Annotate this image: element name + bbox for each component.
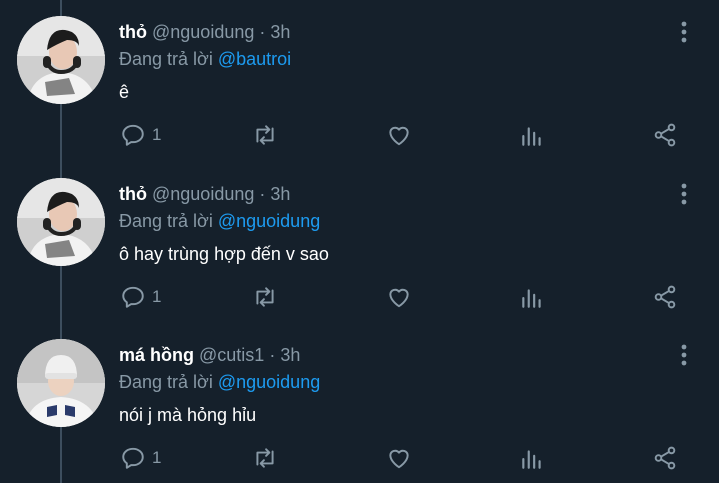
tweet-header: thỏ @nguoidung · 3h: [119, 20, 290, 44]
tweet-header: thỏ @nguoidung · 3h: [119, 182, 290, 206]
display-name[interactable]: má hồng: [119, 345, 194, 365]
tweet-item[interactable]: má hồng @cutis1 · 3h Đang trả lời @nguoi…: [0, 323, 719, 483]
like-button[interactable]: [386, 282, 412, 312]
user-handle[interactable]: @nguoidung: [152, 22, 254, 42]
retweet-button[interactable]: [252, 443, 278, 473]
retweet-icon: [256, 125, 274, 145]
retweet-button[interactable]: [252, 282, 278, 312]
more-options-button[interactable]: [672, 18, 696, 46]
retweet-icon: [256, 448, 274, 468]
reply-mention-link[interactable]: @nguoidung: [218, 372, 320, 392]
like-button[interactable]: [386, 443, 412, 473]
timestamp[interactable]: 3h: [270, 22, 290, 42]
stats-icon: [522, 289, 541, 308]
heart-icon: [389, 288, 409, 308]
replying-to: Đang trả lời @nguoidung: [119, 209, 320, 233]
stats-icon: [522, 127, 541, 146]
share-icon: [654, 446, 676, 470]
share-icon: [654, 285, 676, 309]
more-vertical-icon: [681, 183, 687, 205]
reply-icon: [122, 447, 144, 469]
stats-button[interactable]: [519, 282, 545, 312]
stats-button[interactable]: [519, 443, 545, 473]
reply-icon: [122, 286, 144, 308]
share-button[interactable]: [652, 443, 678, 473]
user-handle[interactable]: @cutis1: [199, 345, 264, 365]
reply-icon: [122, 124, 144, 146]
reply-thread: thỏ @nguoidung · 3h Đang trả lời @bautro…: [0, 0, 719, 483]
reply-mention-link[interactable]: @bautroi: [218, 49, 291, 69]
more-vertical-icon: [681, 344, 687, 366]
retweet-button[interactable]: [252, 120, 278, 150]
stats-icon: [522, 450, 541, 469]
tweet-actions: 1: [0, 120, 719, 150]
avatar[interactable]: [17, 178, 105, 266]
display-name[interactable]: thỏ: [119, 184, 147, 204]
more-vertical-icon: [681, 21, 687, 43]
separator-dot: ·: [259, 22, 266, 42]
user-handle[interactable]: @nguoidung: [152, 184, 254, 204]
timestamp[interactable]: 3h: [270, 184, 290, 204]
avatar[interactable]: [17, 339, 105, 427]
retweet-icon: [256, 287, 274, 307]
replying-to-label: Đang trả lời: [119, 211, 213, 231]
separator-dot: ·: [269, 345, 276, 365]
reply-count: 1: [152, 448, 162, 467]
stats-button[interactable]: [519, 120, 545, 150]
heart-icon: [389, 126, 409, 146]
reply-mention-link[interactable]: @nguoidung: [218, 211, 320, 231]
replying-to: Đang trả lời @bautroi: [119, 47, 291, 71]
replying-to: Đang trả lời @nguoidung: [119, 370, 320, 394]
tweet-text: nói j mà hỏng hỉu: [119, 405, 257, 425]
like-button[interactable]: [386, 120, 412, 150]
tweet-header: má hồng @cutis1 · 3h: [119, 343, 300, 367]
more-options-button[interactable]: [672, 180, 696, 208]
more-options-button[interactable]: [672, 341, 696, 369]
replying-to-label: Đang trả lời: [119, 372, 213, 392]
reply-button[interactable]: 1: [120, 443, 161, 473]
tweet-actions: 1: [0, 443, 719, 473]
share-button[interactable]: [652, 120, 678, 150]
share-icon: [654, 123, 676, 147]
share-button[interactable]: [652, 282, 678, 312]
reply-count: 1: [152, 125, 162, 144]
separator-dot: ·: [259, 184, 266, 204]
heart-icon: [389, 449, 409, 469]
display-name[interactable]: thỏ: [119, 22, 147, 42]
reply-button[interactable]: 1: [120, 282, 161, 312]
tweet-actions: 1: [0, 282, 719, 312]
tweet-text: ê: [119, 82, 130, 102]
tweet-item[interactable]: thỏ @nguoidung · 3h Đang trả lời @bautro…: [0, 0, 719, 161]
tweet-item[interactable]: thỏ @nguoidung · 3h Đang trả lời @nguoid…: [0, 162, 719, 323]
tweet-text: ô hay trùng hợp đến v sao: [119, 244, 329, 264]
reply-count: 1: [152, 287, 162, 306]
timestamp[interactable]: 3h: [280, 345, 300, 365]
reply-button[interactable]: 1: [120, 120, 161, 150]
avatar[interactable]: [17, 16, 105, 104]
replying-to-label: Đang trả lời: [119, 49, 213, 69]
